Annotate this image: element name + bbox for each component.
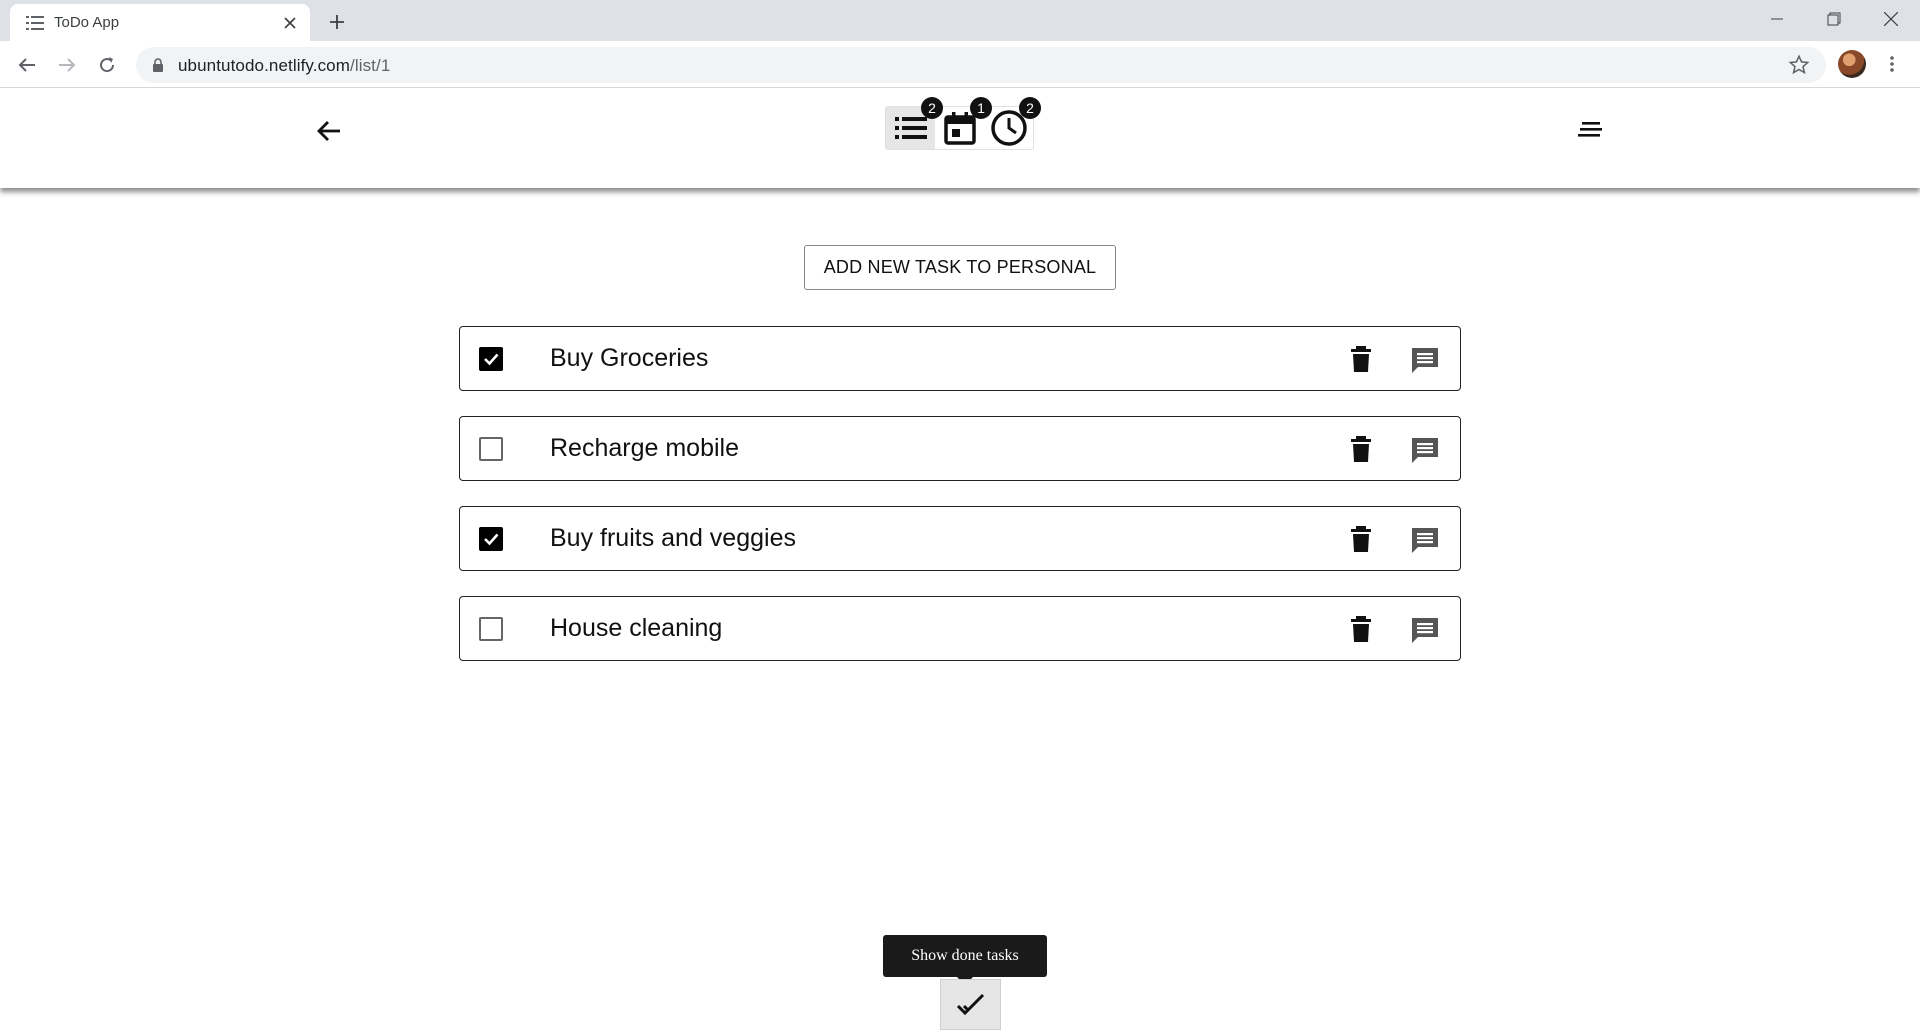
trash-icon[interactable] (1350, 526, 1372, 552)
window-close-icon[interactable] (1862, 0, 1920, 38)
url-text[interactable]: ubuntutodo.netlify.com/list/1 (178, 56, 390, 76)
close-icon[interactable] (280, 13, 300, 33)
trash-icon[interactable] (1350, 436, 1372, 462)
task-item: Recharge mobile (459, 416, 1461, 481)
task-label: House cleaning (550, 614, 723, 642)
trash-icon[interactable] (1350, 616, 1372, 642)
task-item: Buy Groceries (459, 326, 1461, 391)
url-path: /list/1 (350, 56, 391, 75)
forward-icon[interactable] (52, 50, 82, 80)
show-done-tasks-button[interactable] (940, 979, 1001, 1030)
comment-icon[interactable] (1411, 436, 1439, 464)
trash-icon[interactable] (1350, 346, 1372, 372)
browser-tab[interactable]: ToDo App (10, 4, 310, 41)
kebab-icon[interactable] (1880, 52, 1904, 76)
address-bar: ubuntutodo.netlify.com/list/1 (0, 41, 1920, 88)
arrow-left-icon[interactable] (314, 116, 344, 146)
minimize-icon[interactable] (1748, 0, 1806, 38)
task-label: Recharge mobile (550, 434, 739, 462)
list-icon (894, 117, 927, 139)
check-icon (484, 353, 499, 366)
avatar[interactable] (1838, 50, 1866, 78)
comment-icon[interactable] (1411, 346, 1439, 374)
star-icon[interactable] (1788, 54, 1810, 76)
url-host: ubuntutodo.netlify.com (178, 56, 350, 75)
task-checkbox[interactable] (479, 347, 503, 371)
double-check-icon (956, 993, 984, 1015)
task-item: Buy fruits and veggies (459, 506, 1461, 571)
add-new-task-button[interactable]: ADD NEW TASK TO PERSONAL (804, 245, 1116, 290)
lock-icon (153, 58, 163, 72)
list-view-button[interactable]: 2 (886, 97, 943, 149)
calendar-view-button[interactable]: 1 (935, 97, 992, 149)
list-favicon-icon (26, 16, 44, 30)
check-icon (484, 533, 499, 546)
comment-icon[interactable] (1411, 526, 1439, 554)
app-header: 2 1 2 (0, 88, 1920, 188)
back-icon[interactable] (12, 50, 42, 80)
calendar-icon (943, 112, 976, 145)
view-toggle-group: 2 1 2 (885, 97, 1041, 150)
omnibox[interactable]: ubuntutodo.netlify.com/list/1 (136, 47, 1826, 83)
task-label: Buy fruits and veggies (550, 524, 796, 552)
task-checkbox[interactable] (479, 527, 503, 551)
task-item: House cleaning (459, 596, 1461, 661)
restore-icon[interactable] (1805, 0, 1863, 38)
tab-title: ToDo App (54, 14, 120, 31)
menu-lines-icon[interactable] (1578, 120, 1604, 140)
browser-tabstrip: ToDo App (0, 0, 1920, 41)
plus-icon[interactable] (324, 9, 350, 35)
clock-count-badge: 2 (1019, 97, 1041, 119)
comment-icon[interactable] (1411, 616, 1439, 644)
task-checkbox[interactable] (479, 617, 503, 641)
clock-view-button[interactable]: 2 (984, 97, 1041, 149)
reload-icon[interactable] (92, 50, 122, 80)
task-label: Buy Groceries (550, 344, 709, 372)
task-checkbox[interactable] (479, 437, 503, 461)
tooltip: Show done tasks (883, 935, 1047, 977)
